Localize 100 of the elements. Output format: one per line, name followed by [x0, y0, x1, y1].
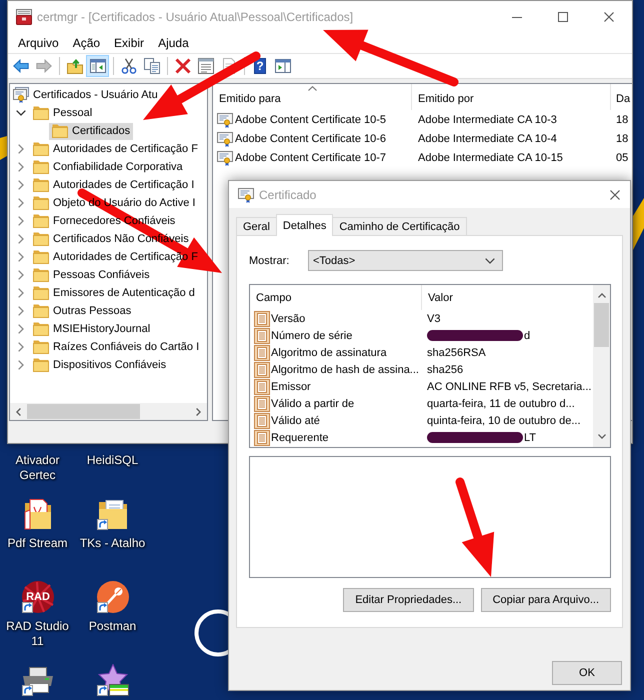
chevron-right-icon[interactable] — [18, 288, 24, 298]
tab[interactable]: Detalhes — [276, 214, 334, 236]
tree-item[interactable]: Confiabilidade Corporativa — [30, 158, 186, 176]
scroll-right-icon[interactable] — [196, 408, 201, 416]
chevron-right-icon[interactable] — [18, 162, 24, 172]
scroll-down-icon[interactable] — [598, 434, 606, 439]
tree-pane-icon[interactable] — [90, 58, 106, 74]
horizontal-scrollbar[interactable] — [10, 403, 207, 420]
tree-item[interactable]: Emissores de Autenticação d — [30, 284, 198, 302]
desktop-icon-label[interactable]: RAD Studio 11 — [2, 619, 74, 649]
help-button[interactable]: ? — [254, 58, 266, 74]
chevron-right-icon[interactable] — [18, 216, 24, 226]
tree-item[interactable]: Certificados - Usuário Atu — [10, 86, 161, 104]
field-value[interactable]: quarta-feira, 11 de outubro d... — [427, 398, 575, 410]
vertical-scrollbar[interactable] — [593, 285, 610, 447]
field-name[interactable]: Válido a partir de — [271, 398, 354, 410]
tree-item[interactable]: Outras Pessoas — [30, 302, 134, 320]
tree-item[interactable]: Pessoal — [30, 104, 96, 122]
column-header[interactable]: Campo — [250, 285, 422, 310]
close-icon[interactable] — [604, 12, 614, 22]
field-name[interactable]: Requerente — [271, 432, 328, 444]
tree-item[interactable]: Autoridades de Certificação I — [30, 176, 198, 194]
scrollbar-thumb[interactable] — [27, 404, 140, 419]
ok-button[interactable]: OK — [552, 661, 622, 685]
menu-item[interactable]: Ação — [66, 33, 108, 53]
folder-icon — [33, 267, 49, 283]
desktop-icon-label[interactable]: HeidiSQL — [86, 453, 138, 468]
desktop-icon-label[interactable]: Postman — [88, 619, 136, 634]
pane-icon[interactable] — [274, 58, 290, 74]
show-tree-button[interactable] — [86, 55, 109, 77]
field-name[interactable]: Algoritmo de hash de assina... — [271, 364, 419, 376]
copy-to-file-button[interactable]: Copiar para Arquivo... — [480, 588, 611, 612]
menu-item[interactable]: Exibir — [107, 33, 152, 53]
certificate-icon — [217, 130, 233, 146]
field-value[interactable]: sha256 — [427, 364, 464, 376]
field-value[interactable]: d — [524, 330, 530, 342]
tree-item[interactable]: Pessoas Confiáveis — [30, 266, 153, 284]
field-name[interactable]: Número de série — [271, 330, 352, 342]
field-value[interactable]: AC ONLINE RFB v5, Secretaria... — [427, 380, 592, 392]
chevron-right-icon[interactable] — [18, 234, 24, 244]
printer-icon[interactable] — [22, 664, 54, 696]
copy-icon[interactable] — [144, 58, 160, 74]
column-header[interactable]: Emitido por — [412, 84, 611, 110]
tree-item[interactable]: Certificados — [49, 122, 134, 140]
tree-item[interactable]: Dispositivos Confiáveis — [30, 356, 170, 374]
field-name[interactable]: Algoritmo de assinatura — [271, 346, 387, 358]
menu-item[interactable]: Ajuda — [151, 33, 196, 53]
column-header[interactable]: Emitido para — [213, 84, 412, 110]
menu-item[interactable]: Arquivo — [11, 33, 66, 53]
close-icon[interactable] — [610, 190, 620, 200]
pdf-folder-icon[interactable] — [22, 498, 54, 530]
minimize-icon[interactable] — [512, 16, 522, 18]
scissors-icon[interactable] — [120, 58, 136, 74]
back-arrow-icon[interactable] — [12, 58, 28, 74]
rad-logo-icon[interactable]: RAD — [22, 581, 54, 613]
tab[interactable]: Caminho de Certificação — [332, 217, 467, 235]
sort-caret-icon[interactable] — [308, 86, 317, 91]
issued-by-text: Adobe Intermediate CA 10-3 — [418, 114, 557, 126]
chevron-right-icon[interactable] — [18, 270, 24, 280]
detail-text-area[interactable] — [249, 456, 611, 578]
chevron-right-icon[interactable] — [18, 360, 24, 370]
window-title: certmgr - [Certificados - Usuário Atual\Pessoal\Certificados] — [37, 10, 354, 24]
column-header[interactable]: Valor — [422, 285, 593, 310]
desktop-icon-label[interactable]: TKs - Atalho — [80, 536, 146, 551]
document-icon — [254, 430, 270, 446]
field-value[interactable]: LT — [524, 432, 536, 444]
tree-item[interactable]: Autoridades de Certificação F — [30, 140, 201, 158]
field-value[interactable]: V3 — [427, 312, 440, 324]
field-name[interactable]: Versão — [271, 312, 306, 324]
field-name[interactable]: Válido até — [271, 414, 320, 426]
edit-properties-button[interactable]: Editar Propriedades... — [343, 588, 474, 612]
tree-item[interactable]: MSIEHistoryJournal — [30, 320, 154, 338]
chevron-right-icon[interactable] — [18, 342, 24, 352]
field-name[interactable]: Emissor — [271, 380, 311, 392]
tab[interactable]: Geral — [236, 217, 277, 235]
chevron-right-icon[interactable] — [18, 144, 24, 154]
chevron-right-icon[interactable] — [18, 324, 24, 334]
chevron-right-icon[interactable] — [18, 306, 24, 316]
field-value[interactable]: sha256RSA — [427, 346, 486, 358]
chevron-right-icon[interactable] — [18, 252, 24, 262]
circle-logo-icon[interactable] — [96, 581, 128, 613]
folder-up-icon[interactable] — [66, 58, 82, 74]
scrollbar-thumb[interactable] — [594, 303, 609, 347]
scroll-left-icon[interactable] — [16, 408, 21, 416]
chevron-down-icon[interactable] — [485, 258, 495, 264]
column-header[interactable]: Da — [611, 84, 632, 110]
show-dropdown[interactable]: <Todas> — [308, 250, 503, 271]
desktop-icon-label[interactable]: Pdf Stream — [7, 536, 68, 551]
chevron-right-icon[interactable] — [18, 180, 24, 190]
scroll-up-icon[interactable] — [598, 293, 606, 298]
folder-icon[interactable] — [96, 498, 128, 530]
maximize-icon[interactable] — [558, 12, 568, 22]
chevron-right-icon[interactable] — [18, 198, 24, 208]
chevron-down-icon[interactable] — [16, 110, 26, 116]
desktop-icon-label[interactable]: Ativador Gertec — [2, 453, 74, 483]
field-value[interactable]: quinta-feira, 10 de outubro de... — [427, 414, 580, 426]
properties-icon[interactable] — [198, 58, 214, 74]
delete-icon[interactable] — [174, 58, 190, 74]
tree-item[interactable]: Raízes Confiáveis do Cartão I — [30, 338, 202, 356]
star-app-icon[interactable] — [96, 664, 128, 696]
